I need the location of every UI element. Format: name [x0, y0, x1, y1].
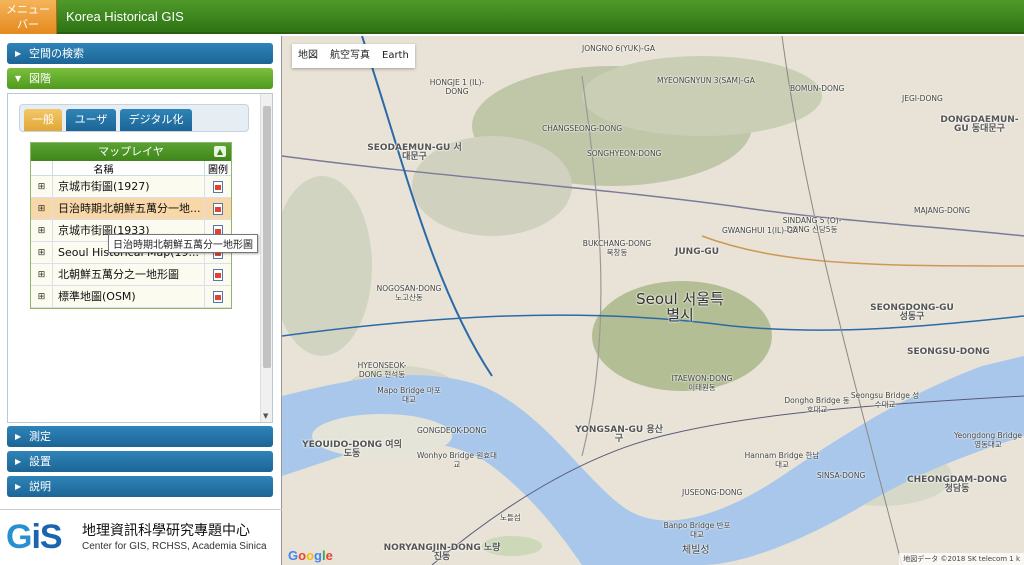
map-label: JEGI-DONG: [902, 94, 943, 103]
map-district-label: SEONGSU-DONG: [907, 347, 990, 357]
map-label: BUKCHANG-DONG 북창동: [582, 239, 652, 257]
map-district-label: YONGSAN-GU 용산구: [575, 425, 663, 444]
map-label: MYEONGNYUN 3(SAM)-GA: [657, 76, 755, 85]
map-label: JONGNO 6(YUK)-GA: [582, 44, 655, 53]
expand-icon[interactable]: ⊞: [31, 220, 53, 241]
map-layer-list: マップレイヤ ▲ 名稱 圖例 ⊞ 京城市街圖(1927) ⊞ 日治時期北朝鮮五萬…: [30, 142, 232, 309]
map-type-map-button[interactable]: 地図: [292, 44, 324, 68]
map-label: 노들섬: [500, 513, 521, 522]
map-label: HONGJE 1 (IL)-DONG: [429, 78, 485, 96]
top-bar: メニューバー Korea Historical GIS: [0, 0, 1024, 34]
layer-row[interactable]: ⊞ 日治時期北朝鮮五萬分一地...: [31, 198, 231, 220]
app-title: Korea Historical GIS: [66, 9, 184, 24]
section-measure[interactable]: ▶ 測定: [7, 426, 273, 447]
layer-name: 京城市街圖(1927): [53, 176, 205, 197]
map-label: Hannam Bridge 한남대교: [744, 451, 820, 469]
map-district-label: SEONGDONG-GU 성동구: [870, 303, 954, 322]
map-label: NOGOSAN-DONG 노고산동: [376, 284, 442, 302]
layer-panel-title: マップレイヤ: [98, 145, 164, 158]
chevron-right-icon: ▶: [15, 482, 22, 491]
map-attribution: 地図データ ©2018 SK telecom 1 k: [899, 553, 1024, 565]
expand-icon[interactable]: ⊞: [31, 176, 53, 197]
google-logo[interactable]: Google: [288, 548, 333, 563]
map-district-label: NORYANGJIN-DONG 노량진동: [383, 543, 501, 562]
layer-row[interactable]: ⊞ 標準地圖(OSM): [31, 286, 231, 308]
expand-icon[interactable]: ⊞: [31, 198, 53, 219]
tab-digitize[interactable]: デジタル化: [120, 109, 192, 131]
chevron-right-icon: ▶: [15, 49, 22, 58]
map-label: Seongsu Bridge 성수대교: [850, 391, 920, 409]
legend-icon[interactable]: [213, 181, 223, 193]
map-district-label: SEODAEMUN-GU 서대문구: [367, 143, 462, 162]
map-label: 체빌성: [682, 545, 710, 556]
collapse-icon[interactable]: ▲: [214, 146, 226, 157]
map-label: SINSA-DONG: [817, 471, 866, 480]
map-type-control: 地図 航空写真 Earth: [292, 44, 415, 68]
section-help[interactable]: ▶ 説明: [7, 476, 273, 497]
map-label: Banpo Bridge 반포대교: [663, 521, 731, 539]
scrollbar-thumb[interactable]: [263, 106, 271, 368]
layer-column-headers: 名稱 圖例: [31, 161, 231, 176]
legend-icon[interactable]: [213, 291, 223, 303]
map-label: Dongho Bridge 동호대교: [784, 396, 850, 414]
chevron-down-icon: ▼: [15, 74, 22, 83]
map-label: CHANGSEONG-DONG: [542, 124, 623, 133]
map-district-label: JUNG-GU: [675, 247, 720, 257]
section-label: 測定: [29, 430, 51, 443]
legend-icon[interactable]: [213, 269, 223, 281]
map-label: MAJANG-DONG: [914, 206, 971, 215]
section-layers[interactable]: ▼ 図階: [7, 68, 273, 89]
legend-icon[interactable]: [213, 203, 223, 215]
section-settings[interactable]: ▶ 設置: [7, 451, 273, 472]
map-district-label: YEOUIDO-DONG 여의도동: [302, 440, 402, 459]
gis-logo: GiS: [6, 518, 63, 556]
map-label: Yeongdong Bridge 영동대교: [954, 431, 1022, 449]
layer-name: 標準地圖(OSM): [53, 286, 205, 307]
map-label: SONGHYEON-DONG: [587, 149, 662, 158]
section-spatial-search[interactable]: ▶ 空間の検索: [7, 43, 273, 64]
map-district-label: DONGDAEMUN-GU 동대문구: [940, 115, 1019, 134]
tab-bar: 一般 ユーザ デジタル化: [19, 104, 249, 132]
expand-icon[interactable]: ⊞: [31, 286, 53, 307]
layer-row[interactable]: ⊞ 北朝鮮五萬分之一地形圖: [31, 264, 231, 286]
expand-icon[interactable]: ⊞: [31, 264, 53, 285]
section-label: 図階: [29, 72, 51, 85]
layer-name: 日治時期北朝鮮五萬分一地...: [53, 198, 205, 219]
map-label: BOMUN-DONG: [790, 84, 845, 93]
center-name-english: Center for GIS, RCHSS, Academia Sinica: [82, 541, 267, 552]
column-legend: 圖例: [208, 165, 228, 176]
map-label: HYEONSEOK-DONG 현석동: [357, 361, 407, 379]
map-label: ITAEWON-DONG 이태원동: [671, 374, 733, 392]
sidebar: ▶ 空間の検索 ▼ 図階 一般 ユーザ デジタル化 マップレイヤ ▲ 名稱 圖例…: [0, 36, 282, 565]
map-view[interactable]: 地図 航空写真 Earth JONGNO 6(YUK)-GA HONGJE 1 …: [282, 36, 1024, 565]
map-label: GWANGHUI 1(IL)-GA: [722, 226, 799, 235]
tab-user[interactable]: ユーザ: [66, 109, 116, 131]
tab-general[interactable]: 一般: [24, 109, 62, 131]
layers-panel: 一般 ユーザ デジタル化 マップレイヤ ▲ 名稱 圖例 ⊞ 京城市街圖(1927…: [7, 93, 273, 423]
layer-panel-header: マップレイヤ ▲: [31, 143, 231, 161]
map-type-satellite-button[interactable]: 航空写真: [324, 44, 376, 68]
map-label: Mapo Bridge 마포대교: [377, 386, 441, 404]
section-label: 設置: [29, 455, 51, 468]
chevron-right-icon: ▶: [15, 432, 22, 441]
section-label: 説明: [29, 480, 51, 493]
layer-row[interactable]: ⊞ 京城市街圖(1927): [31, 176, 231, 198]
map-city-label: Seoul 서울특별시: [636, 290, 724, 324]
center-name-chinese: 地理資訊科學研究專題中心: [82, 523, 250, 539]
menu-bar-button[interactable]: メニューバー: [0, 0, 57, 34]
map-label: GONGDEOK-DONG: [417, 426, 487, 435]
column-name: 名稱: [53, 161, 205, 176]
layer-name: 北朝鮮五萬分之一地形圖: [53, 264, 205, 285]
chevron-right-icon: ▶: [15, 457, 22, 466]
panel-scrollbar[interactable]: ▼: [260, 94, 272, 422]
expand-icon[interactable]: ⊞: [31, 242, 53, 263]
map-district-label: CHEONGDAM-DONG 청담동: [906, 475, 1008, 494]
map-label: Wonhyo Bridge 원효대교: [417, 451, 498, 469]
scroll-down-icon[interactable]: ▼: [263, 412, 268, 420]
map-type-earth-button[interactable]: Earth: [376, 44, 415, 68]
map-label: JUSEONG-DONG: [682, 488, 743, 497]
section-label: 空間の検索: [29, 47, 84, 60]
layer-tooltip: 日治時期北朝鮮五萬分一地形圖: [108, 234, 258, 253]
logo-area: GiS 地理資訊科學研究專題中心 Center for GIS, RCHSS, …: [0, 509, 282, 565]
